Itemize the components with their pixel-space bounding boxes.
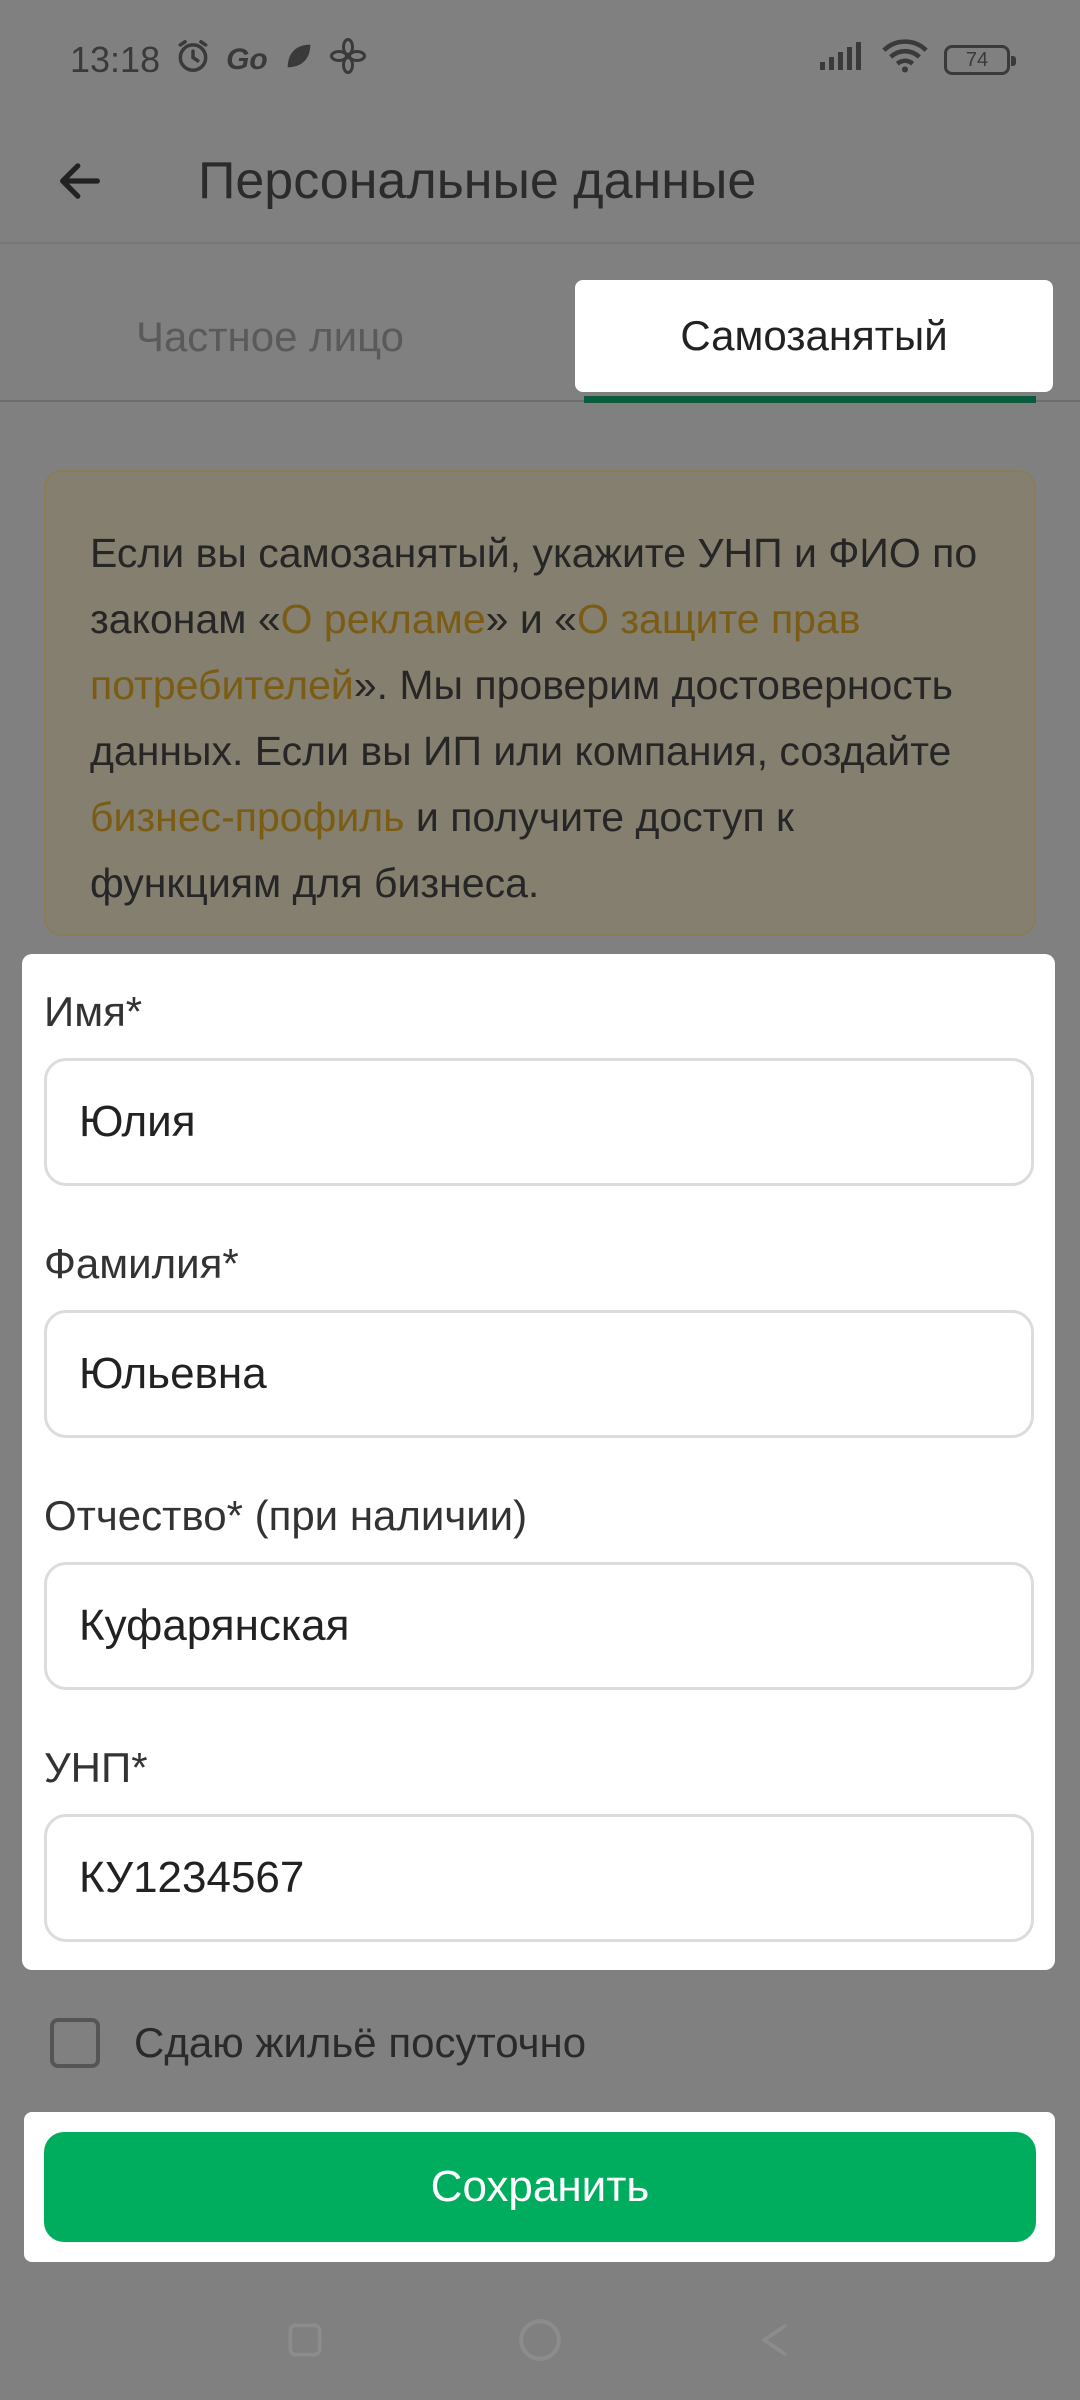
go-icon: Go xyxy=(226,43,268,76)
system-nav-bar xyxy=(0,2280,1080,2400)
home-button[interactable] xyxy=(510,2310,570,2370)
wifi-icon xyxy=(882,38,928,83)
daily-rent-checkbox-label: Сдаю жильё посуточно xyxy=(134,2019,587,2066)
first-name-input[interactable] xyxy=(44,1058,1034,1186)
status-time: 13:18 xyxy=(70,39,161,80)
tab-bar: Частное лицо Самозанятый xyxy=(0,276,1080,404)
square-icon xyxy=(288,2323,322,2357)
back-nav-button[interactable] xyxy=(745,2310,805,2370)
daily-rent-checkbox[interactable] xyxy=(50,2018,100,2068)
app-bar: Персональные данные xyxy=(0,120,1080,244)
patronymic-input[interactable] xyxy=(44,1562,1034,1690)
fan-icon xyxy=(329,37,366,83)
patronymic-label: Отчество* (при наличии) xyxy=(44,1492,528,1539)
info-text-2: » и « xyxy=(485,596,577,642)
circle-icon xyxy=(519,2319,561,2361)
tab-selected-indicator xyxy=(584,396,1036,403)
status-bar: 13:18 Go 74 xyxy=(0,0,1080,120)
personal-data-form: Имя* Фамилия* Отчество* (при наличии) УН… xyxy=(22,954,1055,1970)
recent-apps-button[interactable] xyxy=(275,2310,335,2370)
signal-icon xyxy=(818,39,866,81)
app-notification-icon xyxy=(282,39,316,82)
status-right: 74 xyxy=(818,38,1016,83)
unp-label: УНП* xyxy=(44,1744,148,1791)
info-notice: Если вы самозанятый, укажите УНП и ФИО п… xyxy=(44,470,1036,936)
tab-self-employed[interactable]: Самозанятый xyxy=(575,280,1053,392)
status-left: 13:18 Go xyxy=(70,37,366,84)
business-profile-link[interactable]: бизнес-профиль xyxy=(90,794,405,840)
save-button[interactable]: Сохранить xyxy=(44,2132,1036,2242)
last-name-label: Фамилия* xyxy=(44,1240,239,1287)
back-button[interactable] xyxy=(30,131,130,231)
advertising-law-link[interactable]: О рекламе xyxy=(281,596,486,642)
arrow-left-icon xyxy=(60,163,100,199)
triangle-back-icon xyxy=(762,2323,788,2357)
daily-rent-checkbox-row[interactable]: Сдаю жильё посуточно xyxy=(50,2018,586,2068)
battery-icon: 74 xyxy=(944,45,1016,75)
tab-private-person[interactable]: Частное лицо xyxy=(30,282,510,392)
alarm-icon xyxy=(174,37,212,84)
last-name-input[interactable] xyxy=(44,1310,1034,1438)
unp-input[interactable] xyxy=(44,1814,1034,1942)
first-name-label: Имя* xyxy=(44,988,143,1035)
page-title: Персональные данные xyxy=(198,152,757,210)
save-button-container: Сохранить xyxy=(24,2112,1055,2262)
